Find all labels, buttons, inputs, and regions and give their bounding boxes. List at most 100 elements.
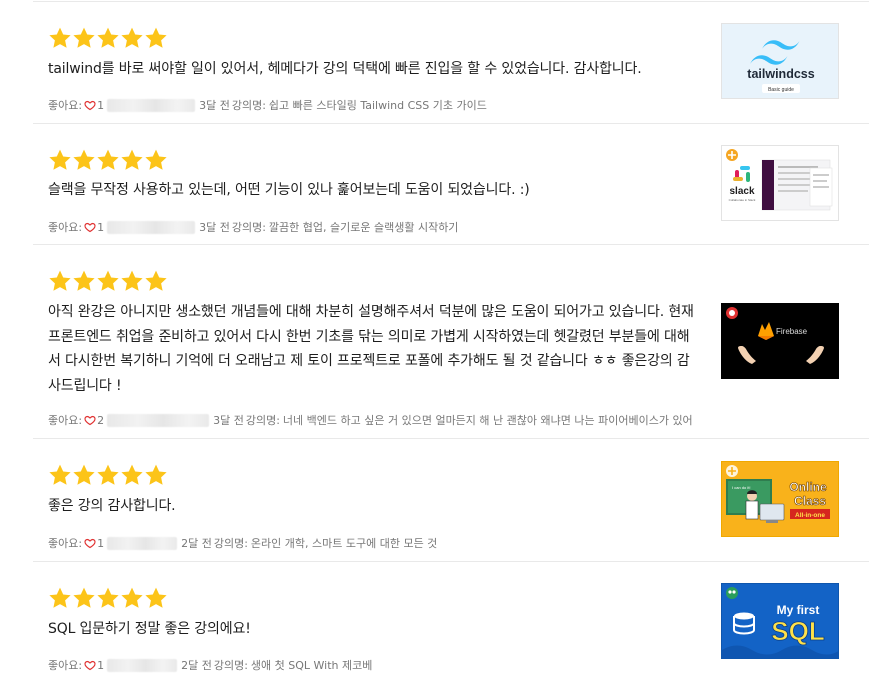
thumb-title-line1: Online	[789, 480, 827, 494]
likes-label: 좋아요:	[48, 221, 83, 234]
likes-label: 좋아요:	[48, 414, 83, 427]
course-thumbnail-tailwind[interactable]: tailwindcss Basic guide	[721, 23, 839, 99]
lecture-name[interactable]: 깔끔한 협업, 슬기로운 슬랙생활 시작하기	[269, 219, 459, 235]
star-icon	[97, 27, 119, 48]
star-icon	[145, 464, 167, 485]
course-thumbnail-slack[interactable]: slack Collaborate in Slack	[721, 145, 839, 221]
review-item: 좋은 강의 감사합니다. 좋아요: 1 2달 전 강의명: 온라인 개학, 스마…	[33, 439, 869, 562]
thumb-title-line1: My first	[777, 603, 820, 617]
thumb-title: slack	[729, 186, 754, 197]
star-icon	[97, 587, 119, 608]
review-date: 3달 전	[213, 414, 244, 427]
star-icon	[73, 149, 95, 170]
thumb-subtitle: Basic guide	[768, 87, 794, 93]
blurred-username	[107, 658, 178, 672]
star-rating	[48, 269, 168, 293]
review-item: 슬랙을 무작정 사용하고 있는데, 어떤 기능이 있나 훑어보는데 도움이 되었…	[33, 124, 869, 245]
thumb-subtitle: Collaborate in Slack	[729, 198, 756, 202]
star-icon	[73, 27, 95, 48]
star-icon	[121, 587, 143, 608]
course-thumbnail-online-class[interactable]: I can do it! Online Class All-in-one	[721, 461, 839, 537]
star-icon	[49, 464, 71, 485]
review-date: 3달 전	[199, 221, 230, 234]
star-rating	[48, 586, 168, 610]
review-date: 2달 전	[181, 659, 212, 672]
heart-icon[interactable]	[84, 659, 96, 671]
star-icon	[121, 149, 143, 170]
firebase-logo-icon	[758, 322, 774, 340]
thumb-title: Firebase	[776, 327, 808, 336]
star-icon	[121, 27, 143, 48]
tailwind-logo-icon	[750, 40, 800, 65]
star-icon	[145, 149, 167, 170]
star-icon	[121, 270, 143, 291]
slack-logo-icon	[733, 166, 750, 182]
star-icon	[97, 270, 119, 291]
star-icon	[49, 149, 71, 170]
star-icon	[73, 587, 95, 608]
teacher-illustration-icon: I can do it!	[726, 479, 785, 523]
lecture-prefix: 강의명:	[213, 537, 248, 550]
heart-icon[interactable]	[84, 99, 96, 111]
star-icon	[49, 27, 71, 48]
star-icon	[145, 587, 167, 608]
star-icon	[49, 270, 71, 291]
like-count: 1	[97, 98, 105, 112]
star-icon	[145, 27, 167, 48]
svg-text:I can do it!: I can do it!	[732, 485, 750, 490]
star-icon	[73, 464, 95, 485]
lecture-prefix: 강의명:	[245, 414, 280, 427]
lecture-name[interactable]: 쉽고 빠른 스타일링 Tailwind CSS 기초 가이드	[269, 97, 487, 113]
lecture-prefix: 강의명:	[213, 659, 248, 672]
like-count: 1	[97, 658, 105, 672]
review-meta: 좋아요: 1 2달 전 강의명: 생애 첫 SQL With 제코베	[48, 657, 372, 673]
lecture-name[interactable]: 생애 첫 SQL With 제코베	[251, 657, 372, 673]
review-text: tailwind를 바로 써야할 일이 있어서, 헤메다가 강의 덕택에 빠른 …	[48, 61, 642, 77]
like-count: 2	[97, 413, 105, 427]
likes-label: 좋아요:	[48, 537, 83, 550]
heart-icon[interactable]	[84, 221, 96, 233]
lecture-name[interactable]: 너네 백엔드 하고 싶은 거 있으면 얼마든지 해 난 괜찮아 왜냐면 나는 파…	[283, 412, 693, 428]
blurred-username	[107, 220, 196, 234]
thumb-title-line2: SQL	[771, 616, 825, 646]
star-icon	[73, 270, 95, 291]
review-list: tailwind를 바로 써야할 일이 있어서, 헤메다가 강의 덕택에 빠른 …	[0, 0, 889, 689]
review-date: 3달 전	[199, 99, 230, 112]
review-meta: 좋아요: 1 3달 전 강의명: 깔끔한 협업, 슬기로운 슬랙생활 시작하기	[48, 219, 458, 235]
lecture-name[interactable]: 온라인 개학, 스마트 도구에 대한 모든 것	[251, 535, 437, 551]
blurred-username	[107, 98, 196, 112]
thumb-title: tailwindcss	[747, 67, 814, 81]
heart-icon[interactable]	[84, 414, 96, 426]
review-meta: 좋아요: 2 3달 전 강의명: 너네 백엔드 하고 싶은 거 있으면 얼마든지…	[48, 412, 693, 428]
thumb-badge: All-in-one	[795, 512, 825, 519]
review-meta: 좋아요: 1 3달 전 강의명: 쉽고 빠른 스타일링 Tailwind CSS…	[48, 97, 487, 113]
like-count: 1	[97, 220, 105, 234]
blurred-username	[107, 536, 178, 550]
heart-icon[interactable]	[84, 537, 96, 549]
likes-label: 좋아요:	[48, 659, 83, 672]
review-item: 아직 완강은 아니지만 생소했던 개념들에 대해 차분히 설명해주셔서 덕분에 …	[33, 245, 869, 439]
star-icon	[97, 464, 119, 485]
review-item: SQL 입문하기 정말 좋은 강의에요! 좋아요: 1 2달 전 강의명: 생애…	[33, 562, 869, 689]
star-icon	[97, 149, 119, 170]
course-thumbnail-sql[interactable]: My first SQL	[721, 583, 839, 659]
review-text: 좋은 강의 감사합니다.	[48, 498, 176, 514]
review-meta: 좋아요: 1 2달 전 강의명: 온라인 개학, 스마트 도구에 대한 모든 것	[48, 535, 437, 551]
star-icon	[121, 464, 143, 485]
thumb-title-line2: Class	[794, 494, 826, 508]
review-date: 2달 전	[181, 537, 212, 550]
blurred-username	[107, 413, 210, 427]
star-rating	[48, 26, 168, 50]
star-icon	[145, 270, 167, 291]
star-rating	[48, 148, 168, 172]
likes-label: 좋아요:	[48, 99, 83, 112]
star-icon	[49, 587, 71, 608]
lecture-prefix: 강의명:	[231, 99, 266, 112]
star-rating	[48, 463, 168, 487]
review-item: tailwind를 바로 써야할 일이 있어서, 헤메다가 강의 덕택에 빠른 …	[33, 2, 869, 124]
like-count: 1	[97, 536, 105, 550]
review-text: 슬랙을 무작정 사용하고 있는데, 어떤 기능이 있나 훑어보는데 도움이 되었…	[48, 182, 530, 198]
lecture-prefix: 강의명:	[231, 221, 266, 234]
review-text: 아직 완강은 아니지만 생소했던 개념들에 대해 차분히 설명해주셔서 덕분에 …	[48, 304, 694, 394]
course-thumbnail-firebase[interactable]: Firebase	[721, 303, 839, 379]
